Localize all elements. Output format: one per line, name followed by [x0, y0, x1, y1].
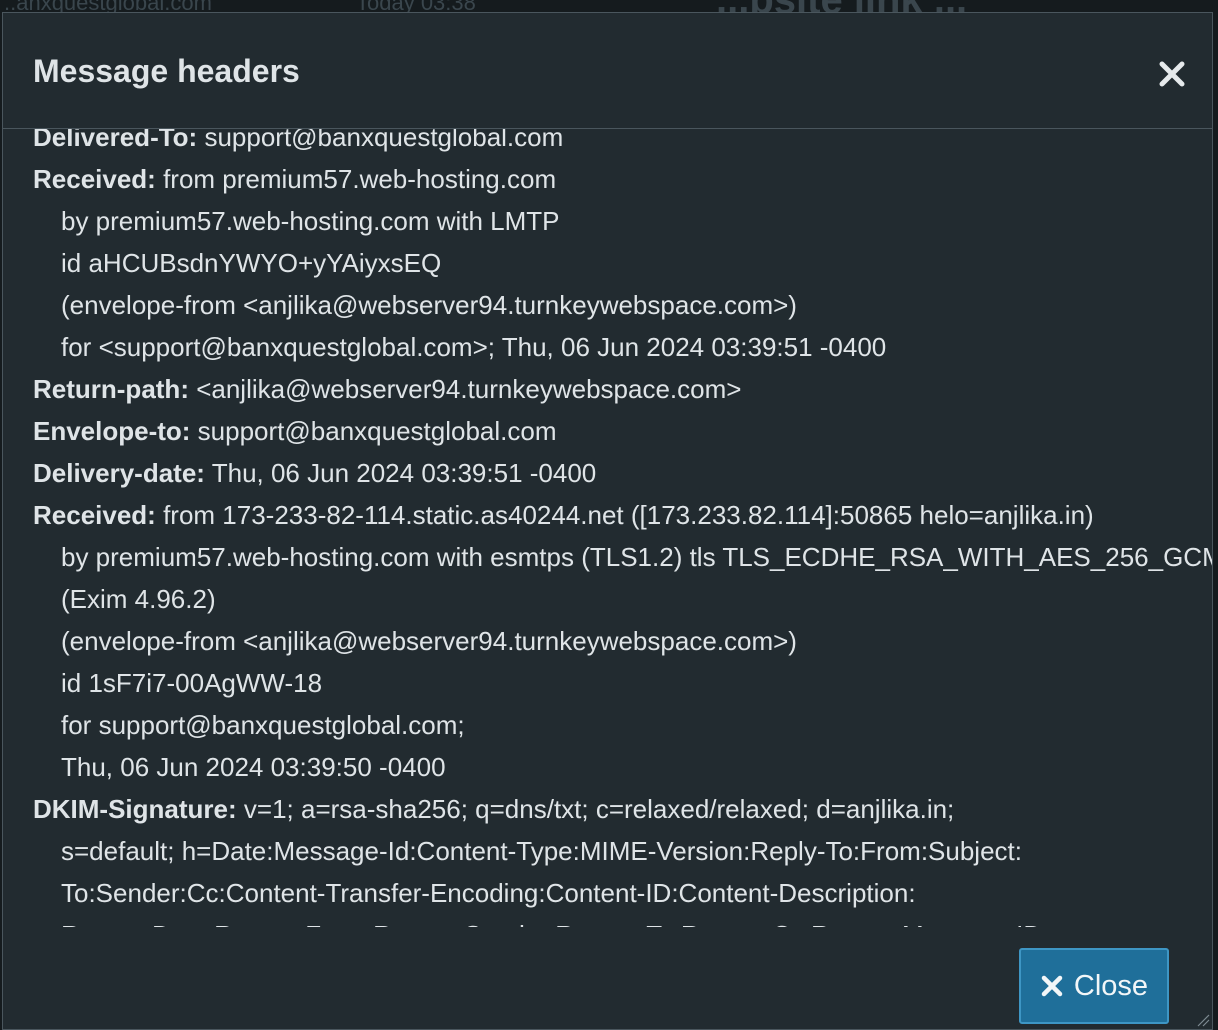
header-continuation-line: Thu, 06 Jun 2024 03:39:50 -0400 — [33, 746, 1212, 788]
header-continuation-line: by premium57.web-hosting.com with LMTP — [33, 200, 1212, 242]
header-continuation-line: (Exim 4.96.2) — [33, 578, 1212, 620]
header-value: To:Sender:Cc:Content-Transfer-Encoding:C… — [61, 878, 916, 908]
header-value: by premium57.web-hosting.com with LMTP — [61, 206, 560, 236]
header-value: from 173-233-82-114.static.as40244.net (… — [155, 500, 1094, 530]
header-value: (envelope-from <anjlika@webserver94.turn… — [61, 290, 797, 320]
close-button[interactable]: Close — [1019, 948, 1169, 1024]
header-continuation-line: by premium57.web-hosting.com with esmtps… — [33, 536, 1212, 578]
header-name: Envelope-to: — [33, 416, 191, 446]
header-continuation-line: s=default; h=Date:Message-Id:Content-Typ… — [33, 830, 1212, 872]
header-line: Return-path: <anjlika@webserver94.turnke… — [33, 368, 1212, 410]
header-value: Thu, 06 Jun 2024 03:39:51 -0400 — [204, 458, 597, 488]
header-continuation-line: id aHCUBsdnYWYO+yYAiyxsEQ — [33, 242, 1212, 284]
header-line: DKIM-Signature: v=1; a=rsa-sha256; q=dns… — [33, 788, 1212, 830]
header-name: DKIM-Signature: — [33, 794, 237, 824]
header-value: (envelope-from <anjlika@webserver94.turn… — [61, 626, 797, 656]
header-value: id 1sF7i7-00AgWW-18 — [61, 668, 323, 698]
resize-grip-icon[interactable] — [1194, 1011, 1210, 1027]
header-continuation-line: Resent-Date:Resent-From:Resent-Sender:Re… — [33, 914, 1212, 927]
header-value: support@banxquestglobal.com — [197, 129, 564, 152]
header-continuation-line: To:Sender:Cc:Content-Transfer-Encoding:C… — [33, 872, 1212, 914]
close-x-icon[interactable] — [1155, 57, 1189, 91]
header-line: Received: from 173-233-82-114.static.as4… — [33, 494, 1212, 536]
header-value: <anjlika@webserver94.turnkeywebspace.com… — [188, 374, 742, 404]
header-value: by premium57.web-hosting.com with esmtps… — [61, 542, 1212, 572]
header-value: support@banxquestglobal.com — [190, 416, 557, 446]
header-name: Received: — [33, 164, 156, 194]
header-name: Return-path: — [33, 374, 189, 404]
close-button-label: Close — [1073, 969, 1149, 1002]
header-value: Resent-Date:Resent-From:Resent-Sender:Re… — [61, 920, 1049, 927]
header-continuation-line: (envelope-from <anjlika@webserver94.turn… — [33, 284, 1212, 326]
header-line: Envelope-to: support@banxquestglobal.com — [33, 410, 1212, 452]
header-continuation-line: for support@banxquestglobal.com; — [33, 704, 1212, 746]
header-value: for <support@banxquestglobal.com>; Thu, … — [61, 332, 887, 362]
header-name: Received: — [33, 500, 156, 530]
header-value: (Exim 4.96.2) — [61, 584, 216, 614]
dialog-title: Message headers — [33, 53, 300, 89]
close-x-icon — [1040, 974, 1064, 998]
header-line: Delivered-To: support@banxquestglobal.co… — [33, 129, 1212, 158]
dialog-header: Message headers — [3, 13, 1212, 129]
header-value: from premium57.web-hosting.com — [155, 164, 557, 194]
header-value: Thu, 06 Jun 2024 03:39:50 -0400 — [61, 752, 446, 782]
header-value: id aHCUBsdnYWYO+yYAiyxsEQ — [61, 248, 442, 278]
header-name: Delivered-To: — [33, 129, 198, 152]
header-continuation-line: for <support@banxquestglobal.com>; Thu, … — [33, 326, 1212, 368]
headers-content: Delivered-To: support@banxquestglobal.co… — [33, 129, 1212, 927]
header-line: Delivery-date: Thu, 06 Jun 2024 03:39:51… — [33, 452, 1212, 494]
dialog-footer: Close — [3, 927, 1212, 1029]
message-headers-dialog: Message headers Delivered-To: support@ba… — [2, 12, 1213, 1030]
header-value: v=1; a=rsa-sha256; q=dns/txt; c=relaxed/… — [236, 794, 955, 824]
header-line: Received: from premium57.web-hosting.com — [33, 158, 1212, 200]
header-value: for support@banxquestglobal.com; — [61, 710, 465, 740]
headers-scroll-area[interactable]: Delivered-To: support@banxquestglobal.co… — [3, 129, 1212, 927]
header-value: s=default; h=Date:Message-Id:Content-Typ… — [61, 836, 1022, 866]
header-continuation-line: (envelope-from <anjlika@webserver94.turn… — [33, 620, 1212, 662]
header-name: Delivery-date: — [33, 458, 205, 488]
header-continuation-line: id 1sF7i7-00AgWW-18 — [33, 662, 1212, 704]
